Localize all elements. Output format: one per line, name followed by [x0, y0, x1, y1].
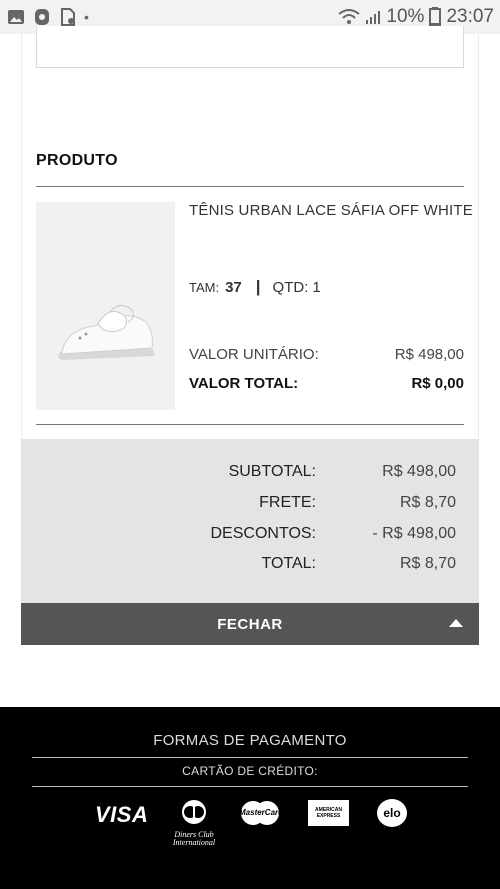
qty-label: QTD:	[272, 279, 309, 296]
summary-card	[36, 26, 464, 68]
total-label: TOTAL:	[261, 555, 316, 572]
mastercard-logo: MasterCard	[237, 799, 283, 832]
shipping-label: FRETE:	[259, 494, 316, 511]
product-meta: TAM: 37 | QTD: 1	[189, 277, 321, 297]
battery-icon	[429, 7, 442, 27]
item-total-row: VALOR TOTAL: R$ 0,00	[189, 375, 464, 392]
discount-value: - R$ 498,00	[372, 525, 456, 542]
signal-icon	[366, 11, 381, 24]
section-title-product: PRODUTO	[36, 152, 118, 169]
order-totals: SUBTOTAL: R$ 498,00 FRETE: R$ 8,70 DESCO…	[21, 439, 479, 603]
card-logos: VISA Diners Club International MasterCar…	[0, 799, 500, 849]
total-value: R$ 8,70	[399, 555, 456, 572]
subtotal-label: SUBTOTAL:	[228, 463, 316, 480]
product-image[interactable]	[36, 202, 175, 410]
item-total-value: R$ 0,00	[411, 375, 464, 392]
caret-up-icon	[449, 619, 463, 627]
status-left-icons: •	[6, 7, 89, 27]
status-right: 10% 23:07	[338, 6, 494, 28]
dot-icon: •	[84, 9, 89, 25]
amex-logo: AMERICAN EXPRESS	[308, 800, 349, 826]
unit-price-value: R$ 498,00	[394, 346, 464, 363]
size-value: 37	[225, 279, 242, 296]
elo-text: elo	[383, 806, 401, 820]
unit-price-row: VALOR UNITÁRIO: R$ 498,00	[189, 346, 464, 363]
diners-mark	[182, 800, 206, 824]
meta-separator: |	[255, 277, 261, 296]
diners-text: Diners Club International	[172, 830, 216, 847]
visa-logo-text: VISA	[95, 802, 149, 827]
close-button-label: FECHAR	[217, 615, 283, 633]
item-total-label: VALOR TOTAL:	[189, 375, 299, 392]
divider	[36, 186, 464, 187]
product-name[interactable]: TÊNIS URBAN LACE SÁFIA OFF WHITE	[189, 202, 473, 219]
mastercard-text: MasterCard	[239, 808, 284, 817]
footer-divider	[32, 757, 468, 758]
shield-icon	[35, 9, 49, 25]
file-icon	[61, 8, 75, 26]
sneaker-image	[36, 202, 175, 410]
footer: FORMAS DE PAGAMENTO CARTÃO DE CRÉDITO: V…	[0, 707, 500, 889]
discount-label: DESCONTOS:	[210, 525, 317, 542]
divider	[36, 424, 464, 425]
shipping-value: R$ 8,70	[399, 494, 456, 511]
close-button[interactable]: FECHAR	[21, 603, 479, 645]
footer-divider	[32, 786, 468, 787]
qty-value: 1	[312, 279, 321, 296]
wifi-icon	[338, 9, 361, 24]
clock: 23:07	[446, 6, 494, 27]
gallery-icon	[8, 10, 24, 24]
battery-percent: 10%	[386, 6, 425, 27]
amex-text: AMERICAN EXPRESS	[315, 807, 342, 819]
elo-logo: elo	[377, 799, 407, 827]
payment-methods-title: FORMAS DE PAGAMENTO	[153, 732, 347, 749]
size-label: TAM:	[189, 280, 220, 295]
credit-card-label: CARTÃO DE CRÉDITO:	[182, 764, 318, 778]
unit-price-label: VALOR UNITÁRIO:	[189, 346, 319, 363]
visa-logo: VISA	[95, 802, 148, 828]
diners-logo: Diners Club International	[166, 799, 222, 847]
subtotal-value: R$ 498,00	[382, 463, 456, 480]
